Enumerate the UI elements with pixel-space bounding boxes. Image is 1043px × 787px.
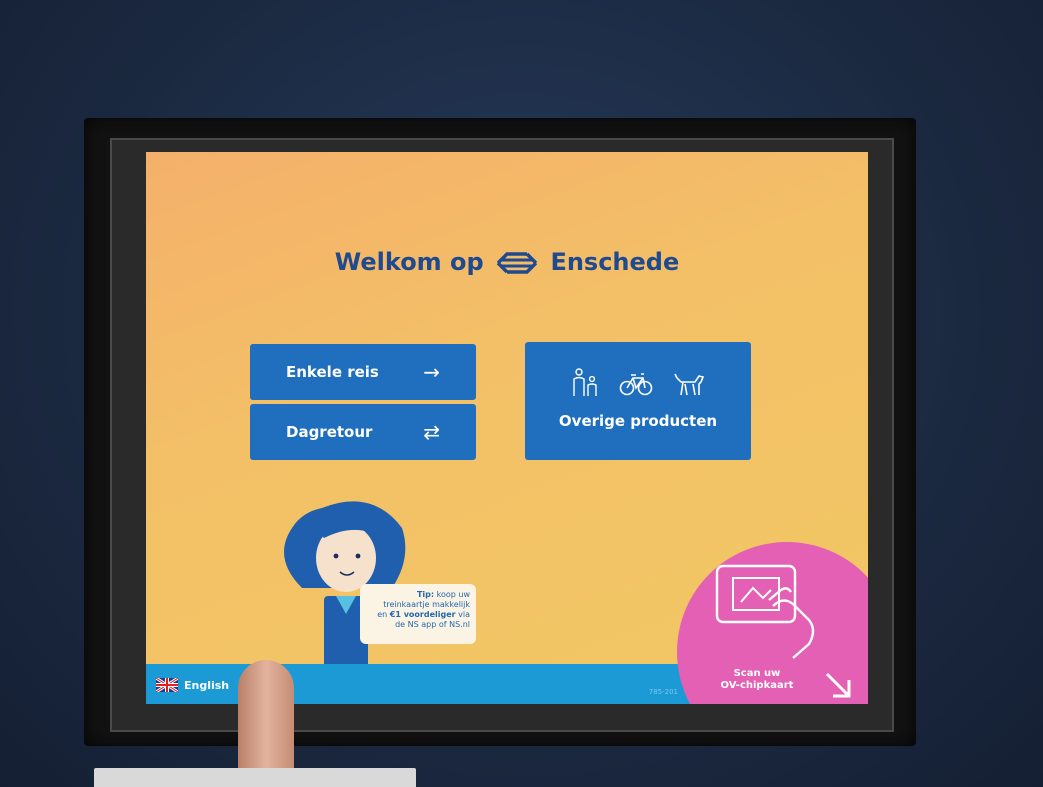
scan-card-area[interactable]: Scan uw OV-chipkaart xyxy=(677,542,868,704)
card-scan-icon xyxy=(715,564,815,659)
welcome-prefix: Welkom op xyxy=(334,248,484,276)
uk-flag-icon xyxy=(156,678,178,692)
ns-logo-icon xyxy=(496,252,538,274)
day-return-label: Dagretour xyxy=(286,423,373,441)
scan-line2: OV-chipkaart xyxy=(720,680,794,691)
people-icon xyxy=(573,368,597,396)
welcome-station: Enschede xyxy=(550,248,680,276)
arrow-right-icon: → xyxy=(423,360,440,384)
ticket-buttons: Enkele reis → Dagretour ⇄ xyxy=(250,344,476,460)
day-return-button[interactable]: Dagretour ⇄ xyxy=(250,404,476,460)
tip-label: Tip: xyxy=(416,590,435,599)
tip-line2: treinkaartje makkelijk xyxy=(383,600,470,609)
tip-bubble: Tip: koop uw treinkaartje makkelijk en €… xyxy=(360,584,476,644)
tip-line3-post: via xyxy=(458,610,470,619)
scan-line1: Scan uw xyxy=(733,668,781,679)
other-products-label: Overige producten xyxy=(558,412,718,430)
language-button[interactable]: English xyxy=(156,674,229,696)
bicycle-icon xyxy=(619,373,653,396)
dog-icon xyxy=(674,373,705,396)
device-id: 785-201 xyxy=(648,688,678,696)
kiosk-screen: Welkom op Enschede Enkele reis → Dagreto… xyxy=(146,152,868,704)
single-trip-label: Enkele reis xyxy=(286,363,379,381)
single-trip-button[interactable]: Enkele reis → xyxy=(250,344,476,400)
arrow-down-right-icon xyxy=(825,672,851,698)
tip-line4: de NS app of NS.nl xyxy=(395,620,470,629)
tip-line3-pre: en xyxy=(377,610,388,619)
scan-text: Scan uw OV-chipkaart xyxy=(707,668,807,692)
other-products-icons xyxy=(525,368,751,398)
arrow-both-icon: ⇄ xyxy=(423,420,440,444)
welcome-title: Welkom op Enschede xyxy=(146,248,868,276)
tip-line1: koop uw xyxy=(436,590,470,599)
other-products-button[interactable]: Overige producten xyxy=(525,342,751,460)
language-label: English xyxy=(184,678,230,692)
tip-line3-bold: €1 voordeliger xyxy=(389,610,456,619)
card-slot xyxy=(94,768,416,787)
